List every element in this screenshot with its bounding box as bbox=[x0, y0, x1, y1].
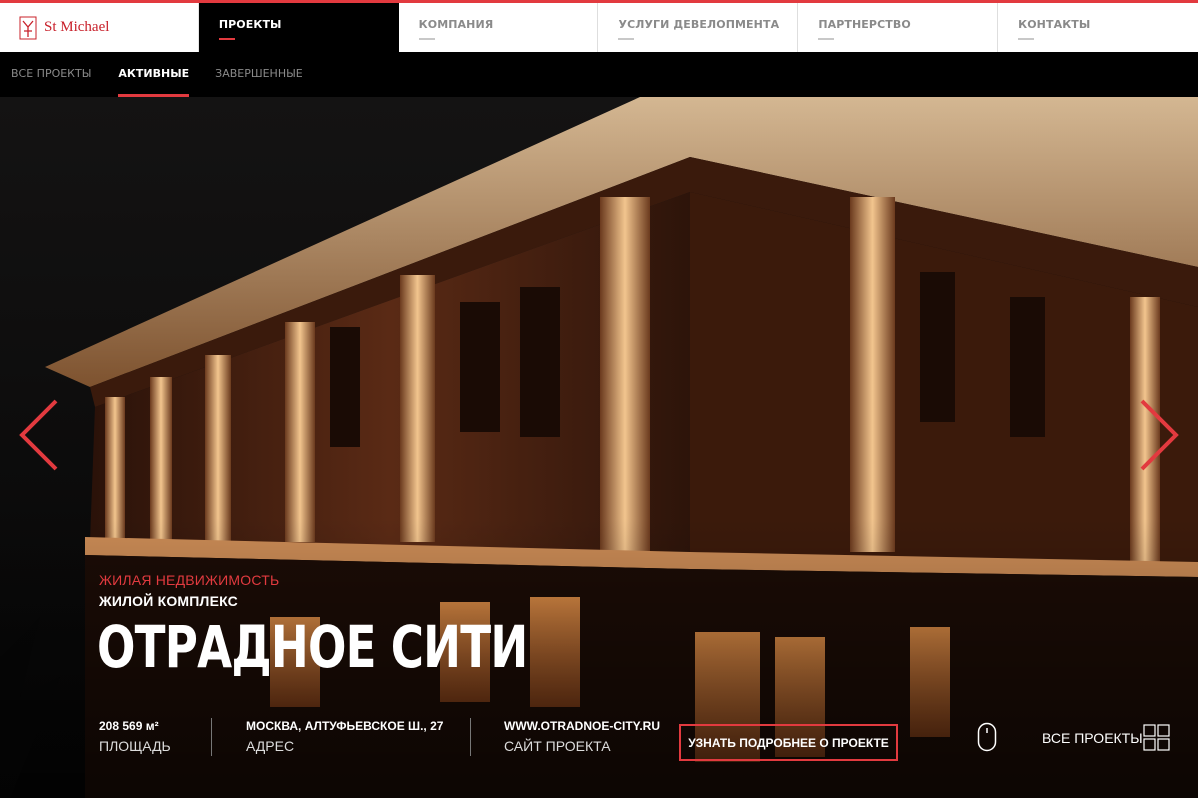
nav-indicator bbox=[1018, 38, 1035, 40]
nav-item-label: КОНТАКТЫ bbox=[1018, 18, 1091, 31]
nav-item-label: ПАРТНЕРСТВО bbox=[818, 18, 911, 31]
logo-text: St Michael bbox=[44, 19, 110, 35]
fact-value: МОСКВА, АЛТУФЬЕВСКОЕ Ш., 27 bbox=[246, 719, 444, 733]
top-navigation: St Michael ПРОЕКТЫ КОМПАНИЯ УСЛУГИ ДЕВЕЛ… bbox=[0, 0, 1198, 52]
nav-item-label: ПРОЕКТЫ bbox=[218, 18, 282, 31]
nav-indicator bbox=[618, 38, 635, 40]
grid-view-icon[interactable] bbox=[1143, 724, 1170, 751]
fact-caption: САЙТ ПРОЕКТА bbox=[504, 738, 611, 754]
nav-item-label: УСЛУГИ ДЕВЕЛОПМЕНТА bbox=[618, 18, 780, 31]
nav-item-contacts[interactable]: КОНТАКТЫ bbox=[998, 3, 1198, 52]
nav-indicator bbox=[818, 38, 835, 40]
nav-item-partnership[interactable]: ПАРТНЕРСТВО bbox=[798, 3, 999, 52]
nav-active-indicator bbox=[218, 38, 235, 40]
tab-all-projects[interactable]: ВСЕ ПРОЕКТЫ bbox=[11, 52, 91, 97]
nav-item-company[interactable]: КОМПАНИЯ bbox=[399, 3, 599, 52]
fact-value: 208 569 м² bbox=[99, 719, 159, 733]
project-category: ЖИЛАЯ НЕДВИЖИМОСТЬ bbox=[99, 572, 280, 588]
previous-slide-arrow-icon[interactable] bbox=[16, 397, 60, 473]
logo[interactable]: St Michael bbox=[0, 3, 199, 52]
fact-divider bbox=[211, 718, 212, 756]
logo-emblem-icon bbox=[19, 16, 37, 39]
fact-address: МОСКВА, АЛТУФЬЕВСКОЕ Ш., 27 АДРЕС bbox=[246, 719, 443, 754]
all-projects-link[interactable]: ВСЕ ПРОЕКТЫ bbox=[1042, 730, 1143, 746]
next-slide-arrow-icon[interactable] bbox=[1138, 397, 1182, 473]
nav-item-label: КОМПАНИЯ bbox=[418, 18, 494, 31]
project-title: ОТРАДНОЕ СИТИ bbox=[97, 613, 528, 681]
fact-value[interactable]: WWW.OTRADNOE-CITY.RU bbox=[504, 719, 660, 733]
nav-item-projects[interactable]: ПРОЕКТЫ bbox=[198, 3, 399, 52]
tab-completed[interactable]: ЗАВЕРШЕННЫЕ bbox=[215, 52, 303, 97]
project-hero-slider: ЖИЛАЯ НЕДВИЖИМОСТЬ ЖИЛОЙ КОМПЛЕКС ОТРАДН… bbox=[0, 97, 1198, 798]
project-type: ЖИЛОЙ КОМПЛЕКС bbox=[99, 593, 238, 609]
fact-divider bbox=[470, 718, 471, 756]
fact-caption: ПЛОЩАДЬ bbox=[99, 738, 171, 754]
fact-website[interactable]: WWW.OTRADNOE-CITY.RU САЙТ ПРОЕКТА bbox=[504, 719, 660, 754]
learn-more-button[interactable]: УЗНАТЬ ПОДРОБНЕЕ О ПРОЕКТЕ bbox=[679, 724, 898, 761]
nav-item-development-services[interactable]: УСЛУГИ ДЕВЕЛОПМЕНТА bbox=[598, 3, 799, 52]
fact-caption: АДРЕС bbox=[246, 738, 295, 754]
fact-area: 208 569 м² ПЛОЩАДЬ bbox=[99, 719, 171, 754]
project-filter-tabs: ВСЕ ПРОЕКТЫ АКТИВНЫЕ ЗАВЕРШЕННЫЕ bbox=[0, 52, 1198, 97]
tab-active[interactable]: АКТИВНЫЕ bbox=[118, 52, 189, 97]
nav-indicator bbox=[418, 38, 435, 40]
scroll-mouse-icon bbox=[977, 722, 997, 752]
